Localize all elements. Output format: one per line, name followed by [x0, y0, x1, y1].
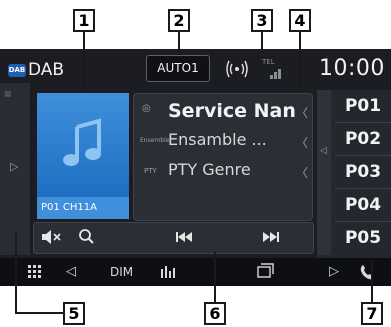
forward-icon[interactable]: ▷ — [329, 263, 339, 281]
back-icon[interactable]: ◁ — [66, 263, 76, 281]
callout-7: 7 — [361, 302, 383, 325]
callout-line-5h — [15, 312, 65, 314]
ensemble-row[interactable]: Ensemble Ensamble ... 〈 — [134, 128, 312, 156]
search-icon[interactable] — [78, 227, 96, 253]
callout-line-1 — [83, 30, 85, 93]
pty-genre: PTY Genre — [168, 160, 251, 179]
pty-icon: PTY — [144, 167, 157, 175]
preset-button-4[interactable]: P04 — [335, 189, 391, 222]
callout-5: 5 — [63, 302, 85, 325]
source-label[interactable]: DAB — [28, 59, 64, 81]
chevron-left-icon: 〈 — [295, 166, 308, 180]
preset-button-3[interactable]: P03 — [335, 156, 391, 189]
callout-line-4 — [299, 30, 301, 93]
album-art[interactable]: P01 CH11A — [37, 93, 129, 219]
seek-mode-button[interactable]: AUTO1 — [146, 55, 210, 82]
window-switch-icon[interactable] — [256, 263, 274, 285]
preset-button-1[interactable]: P01 — [335, 90, 391, 123]
chevron-right-icon: ▷ — [10, 160, 19, 173]
callout-6: 6 — [204, 302, 226, 325]
equalizer-icon[interactable] — [160, 263, 178, 285]
info-panel-toggle[interactable]: ■ ▷ — [0, 83, 30, 255]
pty-row[interactable]: PTY PTY Genre 〈 — [134, 158, 312, 186]
dim-button[interactable]: DIM — [110, 263, 133, 281]
signal-indicators: TEL — [226, 54, 296, 84]
callout-4: 4 — [289, 9, 311, 32]
preset-button-2[interactable]: P02 — [335, 123, 391, 156]
callout-line-3 — [261, 30, 263, 54]
service-icon: ◎ — [142, 103, 151, 114]
chevron-left-icon: ◁ — [320, 146, 327, 156]
preset-list-toggle[interactable]: ◁ — [317, 90, 331, 255]
signal-label: TEL — [262, 58, 275, 66]
callout-line-5 — [15, 232, 17, 314]
dab-source-badge: DAB — [8, 64, 26, 77]
next-icon[interactable] — [261, 227, 281, 253]
previous-icon[interactable] — [174, 227, 194, 253]
callout-1: 1 — [73, 9, 95, 32]
callout-2: 2 — [168, 9, 190, 32]
service-name: Service Nan — [168, 100, 296, 122]
ensemble-name: Ensamble ... — [168, 130, 267, 149]
control-bar — [33, 222, 314, 254]
music-note-icon — [63, 118, 101, 166]
drawer-hint-icon: ■ — [4, 89, 12, 98]
station-info-panel: ◎ Service Nan 〈 Ensemble Ensamble ... 〈 … — [133, 93, 313, 221]
grid-menu-icon[interactable] — [28, 263, 42, 285]
mute-icon[interactable] — [40, 227, 62, 253]
broadcast-icon — [226, 60, 281, 79]
callout-3: 3 — [251, 9, 273, 32]
preset-list: ◁ P01 P02 P03 P04 P05 — [317, 90, 391, 260]
chevron-left-icon: 〈 — [295, 106, 308, 120]
album-art-image — [37, 93, 129, 197]
clock: 10:00 — [319, 56, 385, 81]
chevron-left-icon: 〈 — [295, 136, 308, 150]
callout-line-2 — [178, 30, 180, 55]
ensemble-icon: Ensemble — [140, 137, 170, 144]
system-bar: ◁ DIM ▷ — [0, 258, 391, 286]
service-row[interactable]: ◎ Service Nan 〈 — [134, 98, 312, 126]
preset-channel-caption: P01 CH11A — [37, 197, 129, 219]
preset-button-5[interactable]: P05 — [335, 222, 391, 254]
